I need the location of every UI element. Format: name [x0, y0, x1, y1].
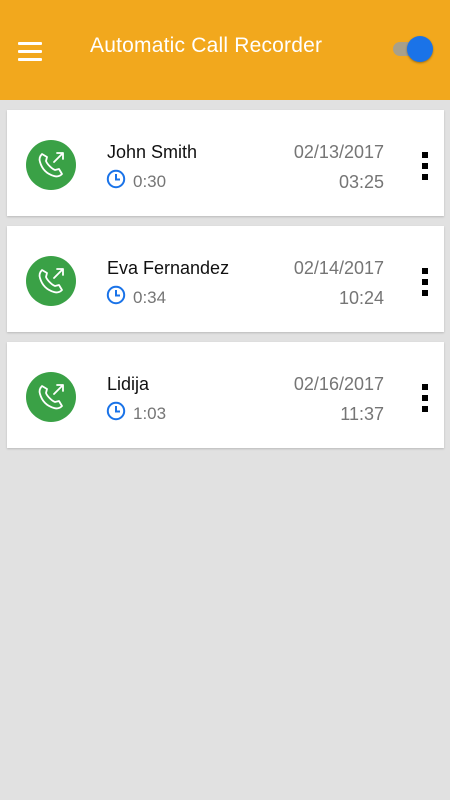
call-date: 02/14/2017 — [293, 258, 384, 278]
call-date: 02/16/2017 — [293, 374, 384, 394]
clock-icon — [106, 401, 126, 421]
outgoing-call-icon — [26, 256, 76, 306]
call-item[interactable]: John Smith 0:30 02/13/2017 03:25 — [7, 110, 444, 216]
app-bar: Automatic Call Recorder — [0, 0, 450, 100]
clock-icon — [106, 285, 126, 305]
call-duration: 0:34 — [133, 288, 167, 307]
more-options-button[interactable] — [420, 384, 430, 412]
more-options-button[interactable] — [420, 152, 430, 180]
clock-icon — [106, 169, 126, 189]
call-time: 03:25 — [338, 172, 384, 192]
call-duration: 1:03 — [133, 404, 167, 423]
toggle-thumb — [407, 36, 433, 62]
outgoing-call-icon — [26, 140, 76, 190]
outgoing-call-icon — [26, 372, 76, 422]
contact-name: Lidija — [107, 374, 150, 394]
call-item[interactable]: Eva Fernandez 0:34 02/14/2017 10:24 — [7, 226, 444, 332]
more-options-button[interactable] — [420, 268, 430, 296]
app-title: Automatic Call Recorder — [90, 34, 323, 57]
recording-toggle[interactable] — [393, 36, 433, 62]
contact-name: Eva Fernandez — [107, 258, 230, 278]
call-time: 11:37 — [340, 404, 384, 424]
call-time: 10:24 — [338, 288, 384, 308]
contact-name: John Smith — [107, 142, 198, 162]
call-item[interactable]: Lidija 1:03 02/16/2017 11:37 — [7, 342, 444, 448]
call-date: 02/13/2017 — [293, 142, 384, 162]
call-duration: 0:30 — [133, 172, 167, 191]
menu-button[interactable] — [18, 42, 42, 62]
